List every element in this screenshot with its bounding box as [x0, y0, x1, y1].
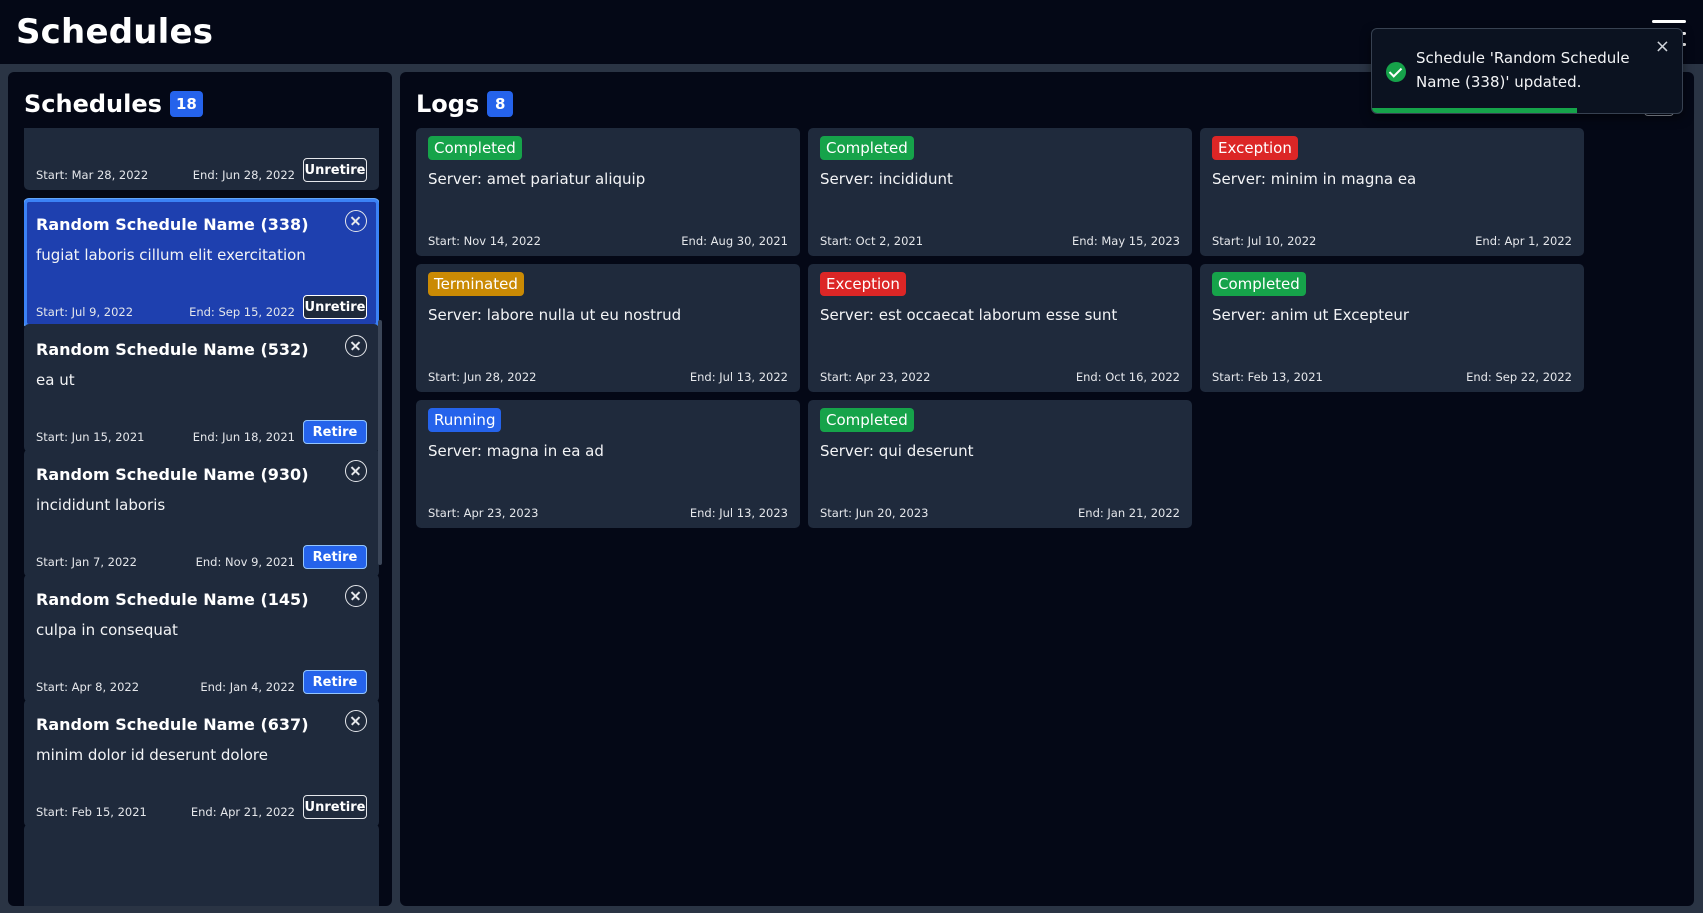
toast-notification: Schedule 'Random Schedule Name (338)' up… [1371, 28, 1683, 114]
status-badge: Exception [1212, 136, 1298, 160]
log-server: Server: amet pariatur aliquip [428, 170, 646, 188]
log-server: Server: anim ut Excepteur [1212, 306, 1410, 324]
schedule-name: Random Schedule Name (532) [36, 340, 309, 359]
log-end-date: End: May 15, 2023 [1071, 234, 1180, 248]
log-card[interactable]: Running Server: magna in ea ad Start: Apr … [416, 400, 800, 528]
log-card[interactable]: Completed Server: incididunt Start: Oct 2,… [808, 128, 1192, 256]
schedule-end-date: End: Jan 4, 2022 [200, 680, 295, 694]
log-server: Server: incididunt [820, 170, 953, 188]
schedule-end-date: End: Apr 21, 2022 [190, 805, 295, 819]
schedules-list[interactable]: minim ut culpa aliqua velitStart: Mar 28… [24, 128, 379, 906]
schedule-start-date: Start: Apr 8, 2022 [36, 680, 140, 694]
schedule-end-date: End: Sep 15, 2022 [189, 305, 295, 319]
close-circle-icon[interactable] [345, 335, 367, 357]
logs-panel-header: Logs 8 [416, 90, 514, 118]
log-server: Server: minim in magna ea [1212, 170, 1417, 188]
log-card[interactable]: Completed Server: amet pariatur aliquip St… [416, 128, 800, 256]
schedule-description: fugiat laboris cillum elit exercitation [36, 246, 306, 264]
schedules-count-badge: 18 [169, 91, 203, 117]
schedules-scrollbar[interactable] [378, 320, 382, 565]
schedule-card[interactable]: Random Schedule Name (145) culpa in conse… [24, 574, 379, 702]
status-badge: Terminated [428, 272, 524, 296]
retire-button[interactable]: Retire [303, 420, 367, 444]
log-end-date: End: Jul 13, 2023 [689, 506, 788, 520]
log-end-date: End: Jul 13, 2022 [689, 370, 788, 384]
logs-count-badge: 8 [487, 91, 514, 117]
log-start-date: Start: Feb 13, 2021 [1212, 370, 1323, 384]
unretire-button[interactable]: Unretire [303, 158, 367, 182]
log-server: Server: labore nulla ut eu nostrud [428, 306, 682, 324]
log-end-date: End: Jan 21, 2022 [1078, 506, 1180, 520]
schedule-start-date: Start: Jul 9, 2022 [36, 305, 134, 319]
log-card[interactable]: Exception Server: minim in magna ea Start:… [1200, 128, 1584, 256]
schedule-end-date: End: Nov 9, 2021 [195, 555, 295, 569]
logs-panel-title: Logs [416, 90, 480, 118]
check-circle-icon [1386, 62, 1406, 82]
page-title: Schedules [16, 12, 214, 52]
toast-message: Schedule 'Random Schedule Name (338)' up… [1416, 49, 1630, 91]
schedule-name: Random Schedule Name (637) [36, 715, 309, 734]
schedule-description: minim dolor id deserunt dolore [36, 746, 269, 764]
schedule-start-date: Start: Jan 7, 2022 [36, 555, 137, 569]
log-end-date: End: Aug 30, 2021 [681, 234, 788, 248]
schedule-card[interactable]: Random Schedule Name (338) fugiat laboris… [24, 199, 379, 327]
schedules-panel-header: Schedules 18 [24, 90, 203, 118]
close-circle-icon[interactable] [345, 585, 367, 607]
schedule-description: incididunt laboris [36, 496, 166, 514]
schedules-panel: Schedules 18 minim ut culpa aliqua velit… [8, 72, 392, 906]
log-card[interactable]: Terminated Server: labore nulla ut eu nos… [416, 264, 800, 392]
schedule-start-date: Start: Mar 28, 2022 [36, 168, 149, 182]
log-start-date: Start: Nov 14, 2022 [428, 234, 541, 248]
schedule-start-date: Start: Jun 15, 2021 [36, 430, 145, 444]
schedule-name: Random Schedule Name (930) [36, 465, 309, 484]
log-card[interactable]: Exception Server: est occaecat laborum es… [808, 264, 1192, 392]
logs-panel: Logs 8 Completed Server: amet pariatur al… [400, 72, 1694, 906]
log-start-date: Start: Jul 10, 2022 [1212, 234, 1317, 248]
unretire-button[interactable]: Unretire [303, 295, 367, 319]
schedules-panel-title: Schedules [24, 90, 162, 118]
close-circle-icon[interactable] [345, 460, 367, 482]
schedule-end-date: End: Jun 28, 2022 [192, 168, 295, 182]
schedule-description: ea ut [36, 371, 75, 389]
schedule-end-date: End: Jun 18, 2021 [192, 430, 295, 444]
close-circle-icon[interactable] [345, 210, 367, 232]
close-circle-icon[interactable] [345, 710, 367, 732]
log-card[interactable]: Completed Server: qui deserunt Start: Jun … [808, 400, 1192, 528]
schedule-card[interactable]: minim ut culpa aliqua velitStart: Mar 28… [24, 128, 379, 190]
retire-button[interactable]: Retire [303, 545, 367, 569]
log-start-date: Start: Jun 28, 2022 [428, 370, 537, 384]
schedule-start-date: Start: Feb 15, 2021 [36, 805, 147, 819]
schedule-card[interactable]: Random Schedule Name (532) ea ut Start: Ju… [24, 324, 379, 452]
toast-progress-bar [1372, 108, 1577, 113]
log-server: Server: magna in ea ad [428, 442, 604, 460]
status-badge: Running [428, 408, 502, 432]
log-start-date: Start: Jun 20, 2023 [820, 506, 929, 520]
schedule-name: Random Schedule Name (338) [36, 215, 309, 234]
status-badge: Completed [820, 136, 914, 160]
log-server: Server: qui deserunt [820, 442, 974, 460]
schedule-description: culpa in consequat [36, 621, 178, 639]
schedule-card[interactable]: Random Schedule Name (637) minim dolor id… [24, 699, 379, 827]
schedule-name: Random Schedule Name (145) [36, 590, 309, 609]
status-badge: Completed [820, 408, 914, 432]
schedule-card[interactable] [24, 824, 379, 906]
close-icon[interactable]: × [1655, 37, 1670, 57]
status-badge: Exception [820, 272, 906, 296]
log-card[interactable]: Completed Server: anim ut Excepteur Start:… [1200, 264, 1584, 392]
log-end-date: End: Apr 1, 2022 [1475, 234, 1572, 248]
app-root: Schedules Schedules 18 minim ut culpa al… [0, 0, 1703, 913]
status-badge: Completed [1212, 272, 1306, 296]
status-badge: Completed [428, 136, 522, 160]
log-start-date: Start: Apr 23, 2022 [820, 370, 931, 384]
log-start-date: Start: Oct 2, 2021 [820, 234, 924, 248]
log-start-date: Start: Apr 23, 2023 [428, 506, 539, 520]
log-end-date: End: Oct 16, 2022 [1075, 370, 1180, 384]
log-end-date: End: Sep 22, 2022 [1466, 370, 1572, 384]
retire-button[interactable]: Retire [303, 670, 367, 694]
log-server: Server: est occaecat laborum esse sunt [820, 306, 1118, 324]
unretire-button[interactable]: Unretire [303, 795, 367, 819]
schedule-card[interactable]: Random Schedule Name (930) incididunt lab… [24, 449, 379, 577]
